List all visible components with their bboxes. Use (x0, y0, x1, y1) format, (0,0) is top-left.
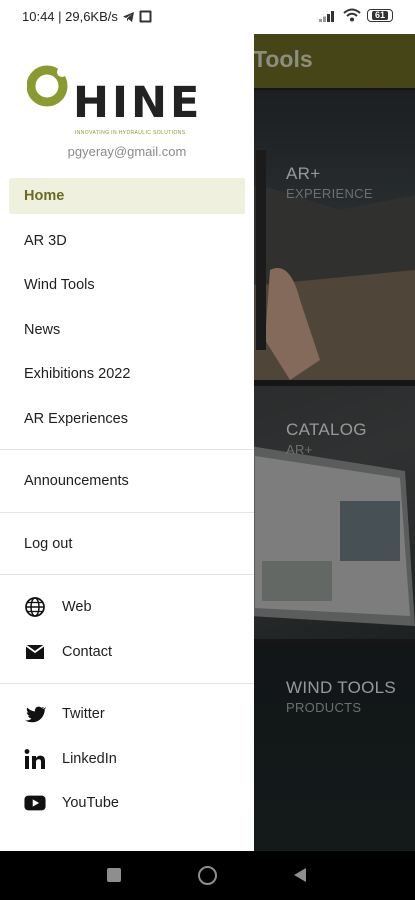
drawer-item-label: Home (24, 188, 65, 204)
status-left: 10:44 | 29,6KB/s (22, 9, 152, 24)
drawer-item-web[interactable]: Web (9, 589, 245, 625)
drawer-item-label: Wind Tools (24, 277, 95, 293)
drawer-item-label: Exhibitions 2022 (24, 366, 131, 382)
drawer-item-news[interactable]: News (9, 312, 245, 348)
drawer-item-label: Log out (24, 536, 73, 552)
image-notification-icon (139, 10, 152, 23)
youtube-icon (24, 795, 46, 811)
drawer-item-label: News (24, 322, 61, 338)
drawer-item-ar-3d[interactable]: AR 3D (9, 223, 245, 259)
drawer-divider (0, 512, 254, 513)
drawer-item-label: AR 3D (24, 233, 67, 249)
back-button[interactable] (293, 867, 307, 883)
system-navigation-bar (0, 851, 415, 900)
logo-tagline: INNOVATING IN HYDRAULIC SOLUTIONS (75, 130, 186, 136)
battery-level: 61 (371, 10, 388, 20)
linkedin-icon (24, 749, 45, 769)
globe-icon (25, 597, 45, 617)
drawer-item-youtube[interactable]: YouTube (9, 785, 245, 821)
drawer-item-contact[interactable]: Contact (9, 634, 245, 670)
status-bar: 10:44 | 29,6KB/s 61 (0, 0, 415, 34)
drawer-item-label: Announcements (24, 473, 129, 489)
drawer-divider (0, 449, 254, 450)
drawer-item-wind-tools[interactable]: Wind Tools (9, 267, 245, 303)
drawer-item-ar-experiences[interactable]: AR Experiences (9, 401, 245, 437)
logo-wordmark: HINE (73, 78, 203, 128)
drawer-item-exhibitions[interactable]: Exhibitions 2022 (9, 356, 245, 392)
status-time: 10:44 | 29,6KB/s (22, 9, 118, 24)
drawer-divider (0, 574, 254, 575)
drawer-item-twitter[interactable]: Twitter (9, 696, 245, 732)
drawer-item-home[interactable]: Home (9, 178, 245, 214)
drawer-item-label: AR Experiences (24, 411, 128, 427)
signal-icon (319, 10, 334, 22)
navigation-drawer: HINE INNOVATING IN HYDRAULIC SOLUTIONS p… (0, 28, 254, 851)
home-button[interactable] (198, 866, 217, 885)
mail-icon (25, 644, 45, 659)
battery-icon: 61 (367, 8, 393, 22)
drawer-divider (0, 683, 254, 684)
drawer-item-announcements[interactable]: Announcements (9, 463, 245, 499)
recent-apps-button[interactable] (107, 868, 121, 882)
user-email: pgyeray@gmail.com (67, 144, 187, 159)
brand-logo: HINE INNOVATING IN HYDRAULIC SOLUTIONS (27, 64, 217, 142)
drawer-item-label: Web (62, 599, 92, 615)
status-right: 61 (319, 8, 393, 22)
drawer-item-log-out[interactable]: Log out (9, 526, 245, 562)
wifi-icon (343, 8, 361, 22)
drawer-item-linkedin[interactable]: LinkedIn (9, 741, 245, 777)
telegram-icon (122, 11, 134, 22)
twitter-icon (25, 706, 46, 723)
